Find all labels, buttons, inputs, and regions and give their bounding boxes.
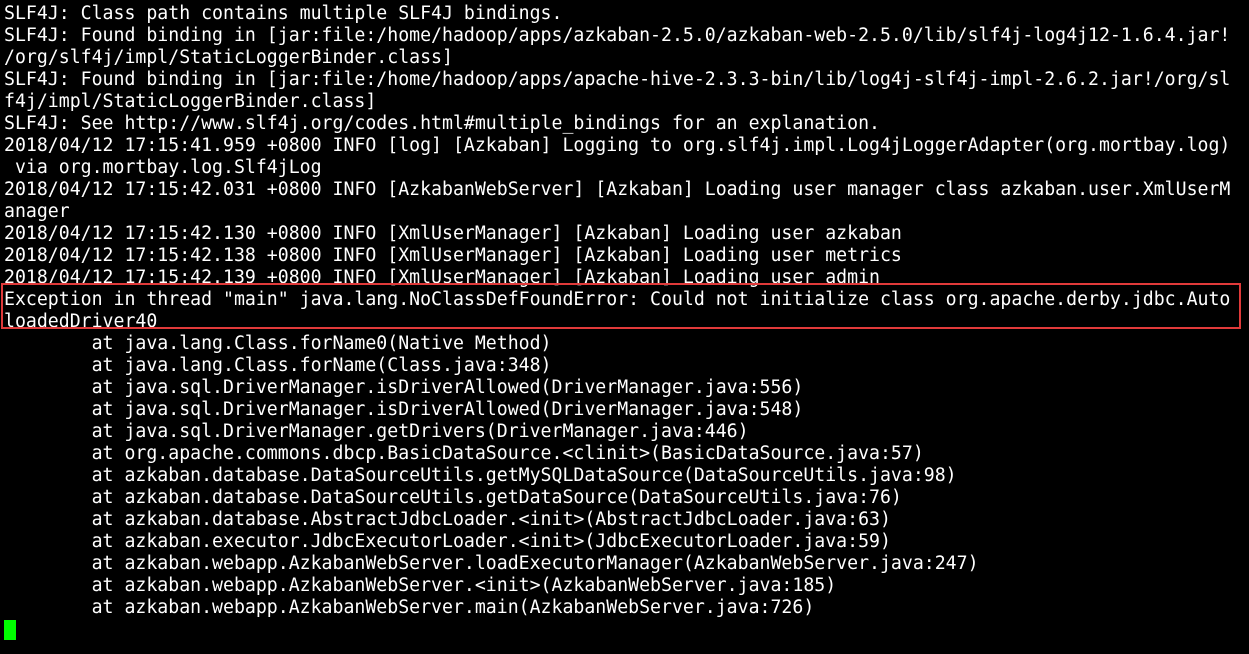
stack-frame: at org.apache.commons.dbcp.BasicDataSour… <box>4 443 924 464</box>
log-line-slf4j-binding-1-cont: /org/slf4j/impl/StaticLoggerBinder.class… <box>4 47 453 68</box>
stack-frame: at azkaban.webapp.AzkabanWebServer.main(… <box>4 597 815 618</box>
stack-frame: at java.lang.Class.forName(Class.java:34… <box>4 355 552 376</box>
log-line-logging-to-cont: via org.mortbay.log.Slf4jLog <box>4 157 322 178</box>
log-line-loading-user-admin: 2018/04/12 17:15:42.139 +0800 INFO [XmlU… <box>4 267 880 288</box>
log-line-loading-user-metrics: 2018/04/12 17:15:42.138 +0800 INFO [XmlU… <box>4 245 902 266</box>
terminal-cursor <box>4 620 16 640</box>
stack-frame: at azkaban.webapp.AzkabanWebServer.<init… <box>4 575 837 596</box>
stack-frame: at java.sql.DriverManager.isDriverAllowe… <box>4 377 804 398</box>
log-line-slf4j-binding-2: SLF4J: Found binding in [jar:file:/home/… <box>4 69 1231 90</box>
log-line-user-manager-class-cont: anager <box>4 201 70 222</box>
log-line-slf4j-binding-1: SLF4J: Found binding in [jar:file:/home/… <box>4 25 1231 46</box>
stack-frame: at java.sql.DriverManager.getDrivers(Dri… <box>4 421 749 442</box>
log-line-loading-user-azkaban: 2018/04/12 17:15:42.130 +0800 INFO [XmlU… <box>4 223 902 244</box>
stack-frame: at azkaban.database.DataSourceUtils.getM… <box>4 465 957 486</box>
stack-frame: at azkaban.database.AbstractJdbcLoader.<… <box>4 509 891 530</box>
exception-line-cont: loadedDriver40 <box>4 311 158 332</box>
log-line-slf4j-see-url: SLF4J: See http://www.slf4j.org/codes.ht… <box>4 113 880 134</box>
log-line-logging-to: 2018/04/12 17:15:41.959 +0800 INFO [log]… <box>4 135 1231 156</box>
log-line-slf4j-multiple-bindings: SLF4J: Class path contains multiple SLF4… <box>4 3 563 24</box>
stack-frame: at azkaban.database.DataSourceUtils.getD… <box>4 487 902 508</box>
stack-frame: at azkaban.executor.JdbcExecutorLoader.<… <box>4 531 891 552</box>
exception-line: Exception in thread "main" java.lang.NoC… <box>4 289 1231 310</box>
terminal-window[interactable]: SLF4J: Class path contains multiple SLF4… <box>0 0 1249 654</box>
log-line-slf4j-binding-2-cont: f4j/impl/StaticLoggerBinder.class] <box>4 91 377 112</box>
stack-frame: at azkaban.webapp.AzkabanWebServer.loadE… <box>4 553 979 574</box>
stack-frame: at java.lang.Class.forName0(Native Metho… <box>4 333 552 354</box>
terminal-output: SLF4J: Class path contains multiple SLF4… <box>4 3 1245 619</box>
stack-frame: at java.sql.DriverManager.isDriverAllowe… <box>4 399 804 420</box>
log-line-user-manager-class: 2018/04/12 17:15:42.031 +0800 INFO [Azka… <box>4 179 1231 200</box>
